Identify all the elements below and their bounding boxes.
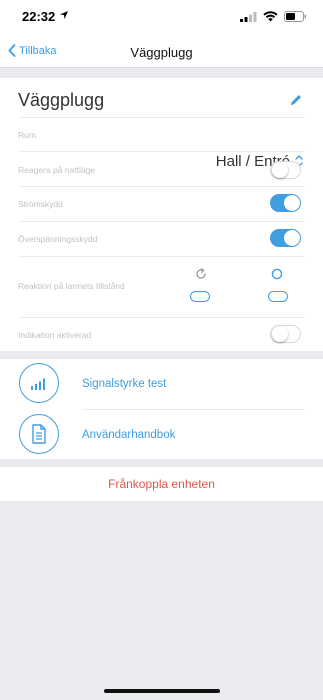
status-icons [240,11,307,22]
divider [18,221,305,222]
wifi-icon [263,11,278,22]
indication-toggle[interactable] [270,325,301,343]
divider [18,151,305,152]
refresh-icon[interactable] [195,268,207,280]
pencil-icon[interactable] [289,93,303,107]
status-bar: 22:32 [0,0,323,36]
alarm-reaction-option-pill[interactable] [268,291,288,302]
disconnect-section: Frånkoppla enheten [0,467,323,501]
overvoltage-protection-label: Överspänningsskydd [18,234,98,244]
cellular-signal-icon [240,12,257,22]
power-protection-toggle[interactable] [270,194,301,212]
alarm-reaction-label: Reaktion på larmets tillstånd [18,281,125,291]
power-protection-label: Strömskydd [18,199,63,209]
signal-strength-test-item[interactable]: Signalstyrke test [0,359,323,410]
divider [18,117,305,118]
document-icon [19,414,59,454]
status-time: 22:32 [22,9,56,24]
user-manual-label: Användarhandbok [82,429,176,441]
signal-bars-icon [19,363,59,403]
divider [18,256,305,257]
disconnect-device-button[interactable]: Frånkoppla enheten [0,477,323,491]
alarm-reaction-option-pill[interactable] [190,291,210,302]
home-indicator[interactable] [104,689,220,693]
room-label: Rum [18,130,36,140]
device-name: Väggplugg [18,90,105,110]
page-title: Väggplugg [130,45,193,60]
user-manual-item[interactable]: Användarhandbok [0,410,323,460]
night-mode-label: Reagera på nattläge [18,165,96,175]
device-settings-card: Väggplugg Rum Hall / Entré Reagera på na… [0,78,323,351]
battery-icon [284,11,306,22]
actions-list: Signalstyrke test Användarhandbok [0,359,323,459]
divider [18,317,305,318]
location-arrow-icon [60,11,68,19]
divider [18,186,305,187]
navigation-bar: Tillbaka Väggplugg [0,36,323,68]
circle-icon[interactable] [271,268,283,280]
signal-strength-test-label: Signalstyrke test [82,378,167,390]
night-mode-toggle[interactable] [270,161,301,179]
indication-label: Indikation aktiverad [18,330,92,340]
overvoltage-protection-toggle[interactable] [270,229,301,247]
